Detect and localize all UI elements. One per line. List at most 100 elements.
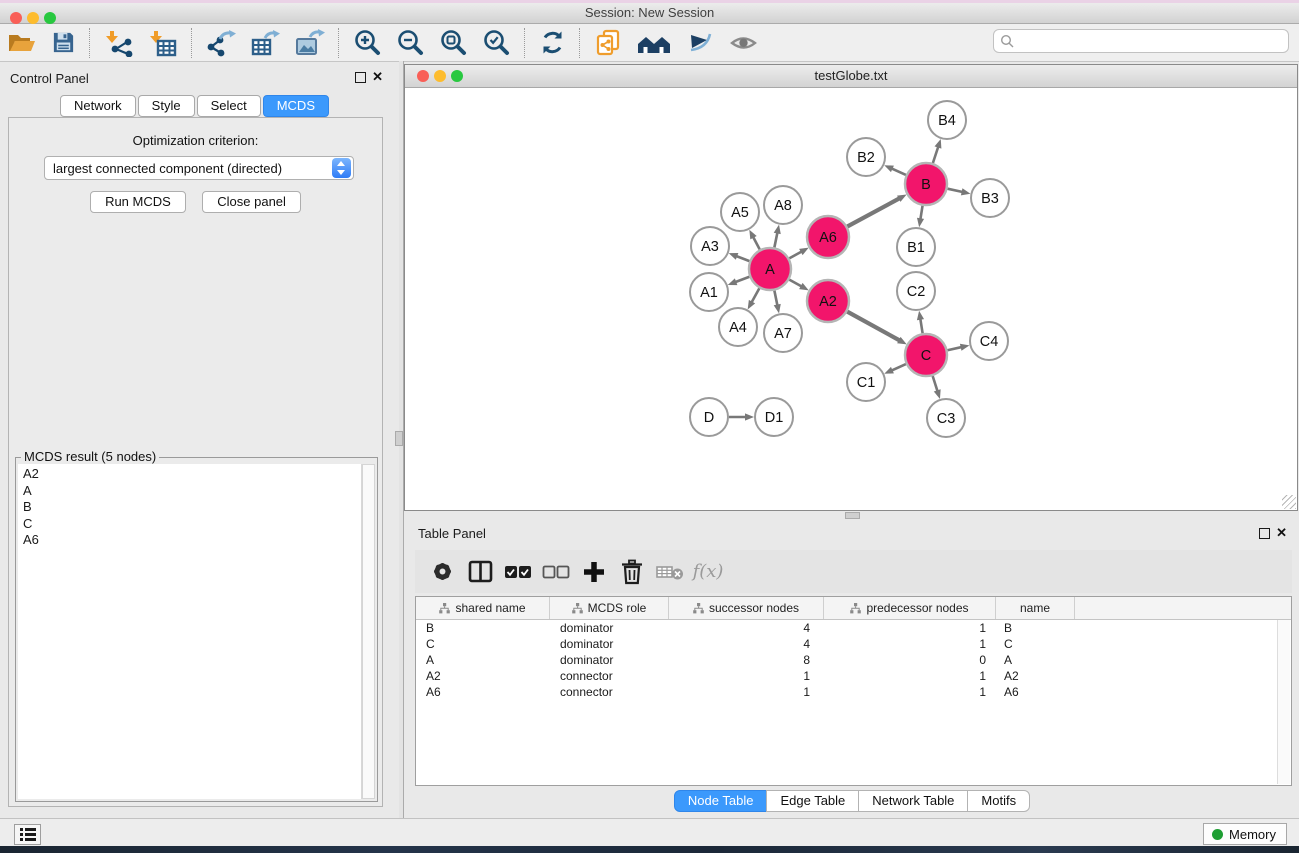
tab-motifs[interactable]: Motifs [967,790,1030,812]
float-table-panel-icon[interactable] [1259,528,1270,539]
mcds-result-list[interactable]: A2ABCA6 [18,464,362,799]
select-all-button[interactable] [501,555,535,589]
control-panel: Control Panel ✕ NetworkStyleSelectMCDS O… [0,61,391,818]
network-minimize-traffic-light[interactable] [434,70,446,82]
tab-mcds[interactable]: MCDS [263,95,329,117]
float-panel-icon[interactable] [355,72,366,83]
home-button[interactable] [630,27,678,59]
import-table-button[interactable] [141,27,185,59]
result-scrollbar[interactable] [362,464,375,799]
show-view-button[interactable] [722,27,765,59]
graph-edge[interactable] [736,256,749,261]
import-network-button[interactable] [97,27,141,59]
tab-network-table[interactable]: Network Table [858,790,968,812]
graph-edge[interactable] [892,168,906,174]
result-list-item[interactable]: B [23,499,361,516]
graph-edge[interactable] [774,291,777,306]
tab-style[interactable]: Style [138,95,195,117]
network-close-traffic-light[interactable] [417,70,429,82]
close-traffic-light[interactable] [10,12,22,24]
table-scrollbar[interactable] [1277,620,1290,784]
network-zoom-traffic-light[interactable] [451,70,463,82]
add-column-button[interactable] [577,555,611,589]
deselect-all-button[interactable] [539,555,573,589]
graph-edge[interactable] [847,198,899,226]
graph-node-label: A7 [774,326,792,342]
show-columns-button[interactable] [463,555,497,589]
column-header-mcds-role[interactable]: MCDS role [550,597,669,619]
column-header-successor-nodes[interactable]: successor nodes [669,597,824,619]
panel-splitter-handle[interactable] [395,431,403,446]
graph-edge[interactable] [933,376,938,391]
graph-edge[interactable] [789,251,801,258]
graph-edge[interactable] [892,364,906,370]
graph-edge[interactable] [847,312,899,341]
export-network-button[interactable] [199,27,243,59]
zoom-in-button[interactable] [346,27,389,59]
graph-edge[interactable] [947,189,962,192]
table-row[interactable]: A2connector11A2 [416,668,1291,684]
graph-edge[interactable] [753,237,760,250]
graph-edge[interactable] [947,347,961,350]
graph-edge[interactable] [789,280,801,287]
graph-edge[interactable] [920,319,922,334]
graph-edge[interactable] [774,232,777,247]
resize-grip-icon[interactable] [1282,495,1296,509]
graph-edge[interactable] [752,288,760,302]
table-cell: C [416,636,550,652]
result-list-item[interactable]: C [23,516,361,533]
graph-node-label: A8 [774,198,792,214]
graph-edge[interactable] [933,147,938,163]
result-list-item[interactable]: A [23,483,361,500]
zoom-selected-button[interactable] [475,27,518,59]
table-row[interactable]: Cdominator41C [416,636,1291,652]
criterion-dropdown[interactable]: largest connected component (directed) [44,156,354,180]
network-window-titlebar[interactable]: testGlobe.txt [405,65,1297,88]
table-row[interactable]: Adominator80A [416,652,1291,668]
memory-button[interactable]: Memory [1203,823,1287,845]
column-header-predecessor-nodes[interactable]: predecessor nodes [824,597,996,619]
control-panel-title: Control Panel [10,71,89,86]
table-settings-button[interactable] [425,555,459,589]
tab-node-table[interactable]: Node Table [674,790,768,812]
graph-edge[interactable] [920,206,922,220]
table-row[interactable]: Bdominator41B [416,620,1291,636]
close-table-panel-icon[interactable]: ✕ [1276,527,1287,539]
table-splitter-handle[interactable] [845,512,860,519]
search-input[interactable] [1018,31,1288,51]
refresh-button[interactable] [532,27,573,59]
run-mcds-button[interactable]: Run MCDS [90,191,186,213]
delete-column-button[interactable] [615,555,649,589]
edge-arrowhead-icon [774,304,781,314]
open-session-button[interactable] [0,27,44,59]
graph-node-label: B2 [857,150,875,166]
zoom-out-button[interactable] [389,27,432,59]
function-builder-button[interactable]: f(x) [691,555,725,589]
close-panel-icon[interactable]: ✕ [372,71,383,83]
clone-network-button[interactable] [587,27,630,59]
table-row[interactable]: A6connector11A6 [416,684,1291,700]
tab-edge-table[interactable]: Edge Table [766,790,859,812]
close-panel-button[interactable]: Close panel [202,191,301,213]
zoom-fit-button[interactable] [432,27,475,59]
export-image-button[interactable] [287,27,332,59]
edge-arrowhead-icon [960,344,970,351]
zoom-traffic-light[interactable] [44,12,56,24]
result-list-item[interactable]: A6 [23,532,361,549]
result-list-item[interactable]: A2 [23,466,361,483]
graph-edge[interactable] [735,277,749,282]
table-cell: dominator [550,652,669,668]
delete-table-button[interactable] [653,555,687,589]
network-canvas[interactable]: B4B2BB3A5A8A6A3B1AA1A2C2A4A7CC4C1C3DD1 [405,88,1297,510]
mcds-result-groupbox: MCDS result (5 nodes) A2ABCA6 [15,457,378,802]
tab-select[interactable]: Select [197,95,261,117]
column-header-name[interactable]: name [996,597,1075,619]
tab-network[interactable]: Network [60,95,136,117]
task-history-button[interactable] [14,824,41,845]
export-table-button[interactable] [243,27,287,59]
toolbar-separator [338,28,340,58]
save-session-button[interactable] [44,27,83,59]
minimize-traffic-light[interactable] [27,12,39,24]
column-header-shared-name[interactable]: shared name [416,597,550,619]
hide-annotations-button[interactable] [678,27,722,59]
